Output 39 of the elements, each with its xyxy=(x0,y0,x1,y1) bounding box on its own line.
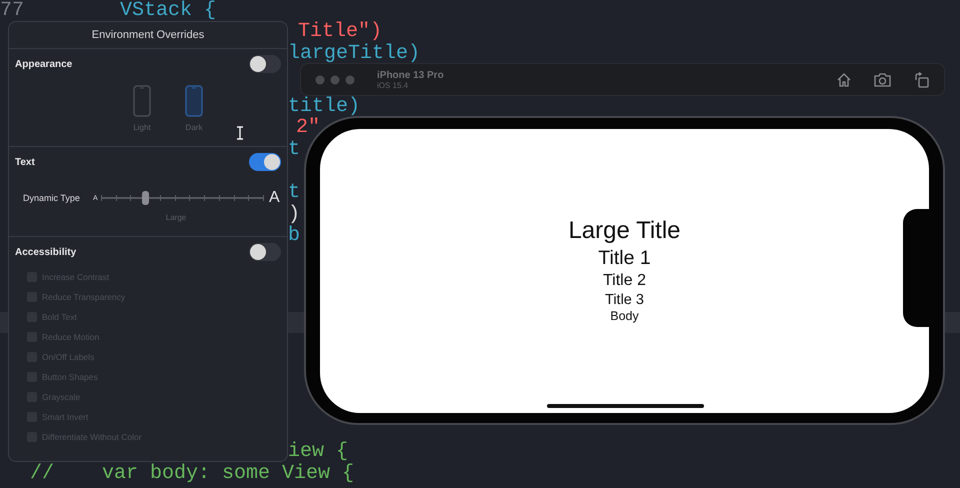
code-line: iew { xyxy=(288,441,348,464)
slider-thumb[interactable] xyxy=(142,191,149,205)
section-label: Appearance xyxy=(15,58,72,70)
phone-icon[interactable] xyxy=(185,85,203,117)
code-line: title) xyxy=(288,96,360,118)
rotate-icon[interactable] xyxy=(914,72,930,88)
code-line: b xyxy=(288,225,300,248)
large-size-glyph: A xyxy=(269,189,280,207)
screen-text: Title 1 xyxy=(598,246,651,271)
screen-text: Title 2 xyxy=(603,270,646,291)
mode-label: Light xyxy=(133,123,151,132)
home-icon[interactable] xyxy=(836,72,852,88)
appearance-toggle[interactable] xyxy=(249,55,281,73)
screen-text: Large Title xyxy=(568,216,681,246)
phone-icon[interactable] xyxy=(133,85,151,117)
section-label: Accessibility xyxy=(15,246,76,258)
panel-title: Environment Overrides xyxy=(9,22,287,49)
code-line: ) xyxy=(288,204,300,226)
dynamic-type-slider[interactable] xyxy=(101,191,263,205)
code-line: Title") xyxy=(298,21,382,44)
code-line: t xyxy=(288,182,300,204)
dynamic-type-label: Dynamic Type xyxy=(23,193,81,203)
line-number: 77 xyxy=(0,0,24,22)
camera-icon[interactable] xyxy=(874,72,892,88)
mode-label: Dark xyxy=(186,123,202,132)
device-name: iPhone 13 Pro xyxy=(377,70,445,80)
screen-text: Body xyxy=(610,308,639,325)
accessibility-toggle[interactable] xyxy=(249,243,281,261)
code-line: // var body: some View { xyxy=(30,462,354,485)
code-line: 2" xyxy=(296,117,320,140)
size-value: Large xyxy=(164,212,186,224)
code-line: t xyxy=(288,138,300,161)
screen-text: Title 3 xyxy=(605,290,644,309)
os-version: iOS 15.4 xyxy=(377,80,410,90)
section-label: Text xyxy=(15,156,35,168)
code-line: VStack { xyxy=(120,0,216,22)
text-cursor-icon xyxy=(236,126,244,140)
code-line: largeTitle) xyxy=(288,42,420,65)
text-toggle[interactable] xyxy=(249,153,281,171)
